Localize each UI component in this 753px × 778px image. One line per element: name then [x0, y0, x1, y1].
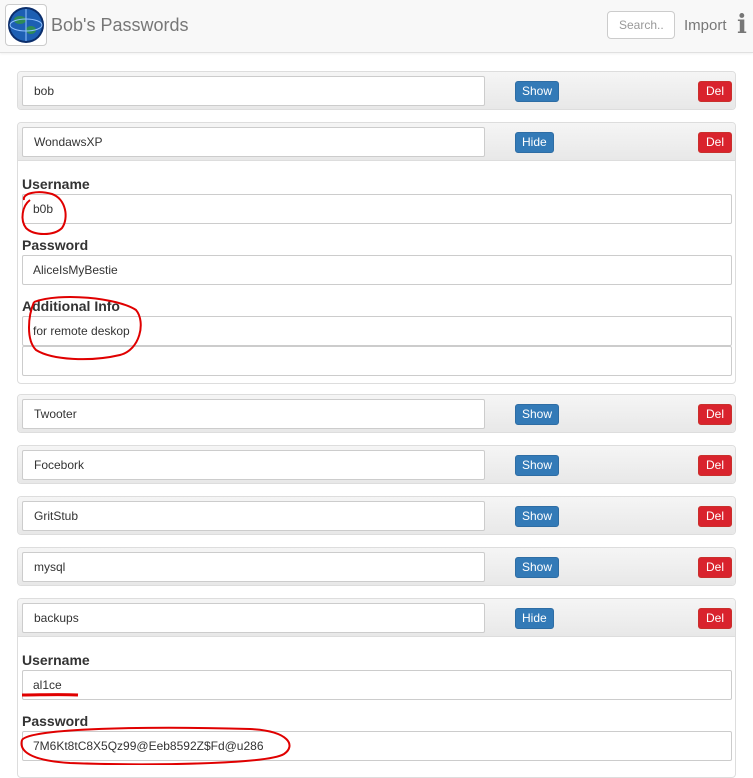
- entry-header: Focebork Show Del: [18, 446, 735, 484]
- username-field[interactable]: b0b: [22, 194, 732, 224]
- delete-button[interactable]: Del: [698, 81, 732, 102]
- delete-button[interactable]: Del: [698, 506, 732, 527]
- additional-info-field[interactable]: [22, 346, 732, 376]
- delete-button[interactable]: Del: [698, 455, 732, 476]
- delete-button[interactable]: Del: [698, 557, 732, 578]
- hide-button[interactable]: Hide: [515, 132, 554, 153]
- entry-name-input[interactable]: Focebork: [22, 450, 485, 480]
- password-entry: backups Hide Del Username al1ce Password…: [17, 598, 736, 778]
- delete-button[interactable]: Del: [698, 404, 732, 425]
- import-link[interactable]: Import: [684, 17, 727, 34]
- show-button[interactable]: Show: [515, 81, 559, 102]
- entry-header: WondawsXP Hide Del: [18, 123, 735, 161]
- delete-button[interactable]: Del: [698, 608, 732, 629]
- entry-name-input[interactable]: backups: [22, 603, 485, 633]
- search-input[interactable]: [607, 11, 675, 39]
- delete-button[interactable]: Del: [698, 132, 732, 153]
- password-entry: bob Show Del: [17, 71, 736, 110]
- entry-name-input[interactable]: bob: [22, 76, 485, 106]
- username-field[interactable]: al1ce: [22, 670, 732, 700]
- entry-header: backups Hide Del: [18, 599, 735, 637]
- top-navbar: Bob's Passwords Import i: [0, 0, 753, 53]
- globe-icon[interactable]: [5, 4, 47, 46]
- password-entry: mysql Show Del: [17, 547, 736, 586]
- app-title[interactable]: Bob's Passwords: [51, 15, 189, 36]
- info-icon[interactable]: i: [737, 10, 747, 40]
- password-entry: GritStub Show Del: [17, 496, 736, 535]
- password-field[interactable]: 7M6Kt8tC8X5Qz99@Eeb8592Z$Fd@u286: [22, 731, 732, 761]
- hide-button[interactable]: Hide: [515, 608, 554, 629]
- password-entry: WondawsXP Hide Del Username b0b Password…: [17, 122, 736, 384]
- password-entry: Twooter Show Del: [17, 394, 736, 433]
- entry-name-input[interactable]: GritStub: [22, 501, 485, 531]
- username-label: Username: [22, 652, 90, 668]
- additional-info-field[interactable]: for remote deskop: [22, 316, 732, 346]
- show-button[interactable]: Show: [515, 506, 559, 527]
- password-entry: Focebork Show Del: [17, 445, 736, 484]
- entry-name-input[interactable]: mysql: [22, 552, 485, 582]
- entry-header: GritStub Show Del: [18, 497, 735, 535]
- entry-header: mysql Show Del: [18, 548, 735, 586]
- show-button[interactable]: Show: [515, 455, 559, 476]
- entry-header: Twooter Show Del: [18, 395, 735, 433]
- show-button[interactable]: Show: [515, 557, 559, 578]
- entry-name-input[interactable]: WondawsXP: [22, 127, 485, 157]
- username-label: Username: [22, 176, 90, 192]
- entry-header: bob Show Del: [18, 72, 735, 110]
- password-field[interactable]: AliceIsMyBestie: [22, 255, 732, 285]
- password-label: Password: [22, 237, 88, 253]
- additional-info-label: Additional Info: [22, 298, 120, 314]
- password-label: Password: [22, 713, 88, 729]
- entry-name-input[interactable]: Twooter: [22, 399, 485, 429]
- show-button[interactable]: Show: [515, 404, 559, 425]
